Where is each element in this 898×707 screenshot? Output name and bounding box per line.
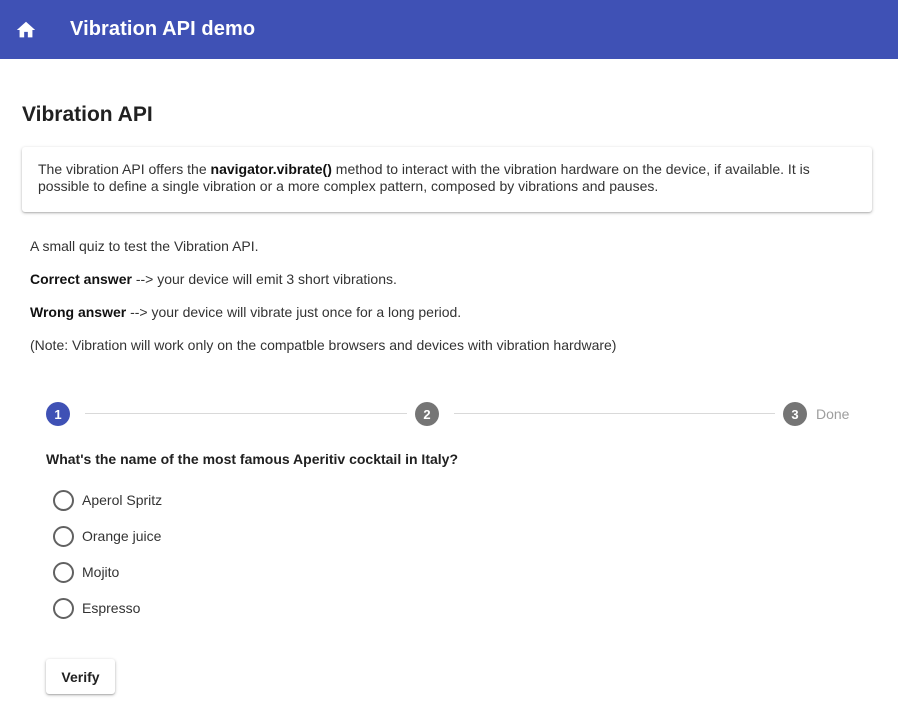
radio-button[interactable] [53, 490, 74, 511]
app-title: Vibration API demo [70, 18, 255, 41]
correct-answer-desc: --> your device will emit 3 short vibrat… [132, 271, 397, 287]
app-bar: Vibration API demo [0, 0, 898, 59]
note-text: (Note: Vibration will work only on the c… [30, 337, 616, 353]
info-text-before: The vibration API offers the [38, 161, 211, 177]
step-2-circle[interactable]: 2 [415, 402, 439, 426]
home-icon [15, 19, 37, 41]
radio-button[interactable] [53, 562, 74, 583]
wrong-answer-text: Wrong answer --> your device will vibrat… [30, 304, 461, 320]
option-label: Orange juice [82, 528, 161, 544]
radio-button[interactable] [53, 526, 74, 547]
option-aperol-spritz[interactable]: Aperol Spritz [53, 489, 162, 511]
step-3-circle[interactable]: 3 [783, 402, 807, 426]
option-label: Mojito [82, 564, 119, 580]
info-code: navigator.vibrate() [211, 161, 332, 177]
option-label: Espresso [82, 600, 140, 616]
home-button[interactable] [0, 0, 52, 59]
step-3-label: Done [816, 406, 849, 422]
correct-answer-label: Correct answer [30, 271, 132, 287]
option-label: Aperol Spritz [82, 492, 162, 508]
verify-button[interactable]: Verify [46, 659, 115, 694]
option-espresso[interactable]: Espresso [53, 597, 140, 619]
info-card: The vibration API offers the navigator.v… [22, 147, 872, 212]
radio-button[interactable] [53, 598, 74, 619]
step-connector [454, 413, 775, 414]
option-orange-juice[interactable]: Orange juice [53, 525, 161, 547]
option-mojito[interactable]: Mojito [53, 561, 119, 583]
step-connector [85, 413, 407, 414]
intro-text: A small quiz to test the Vibration API. [30, 238, 259, 254]
wrong-answer-label: Wrong answer [30, 304, 126, 320]
quiz-question: What's the name of the most famous Aperi… [46, 451, 458, 467]
correct-answer-text: Correct answer --> your device will emit… [30, 271, 397, 287]
stepper: 1 2 3 Done [46, 402, 856, 426]
step-1-circle[interactable]: 1 [46, 402, 70, 426]
wrong-answer-desc: --> your device will vibrate just once f… [126, 304, 461, 320]
page-title: Vibration API [22, 103, 153, 127]
